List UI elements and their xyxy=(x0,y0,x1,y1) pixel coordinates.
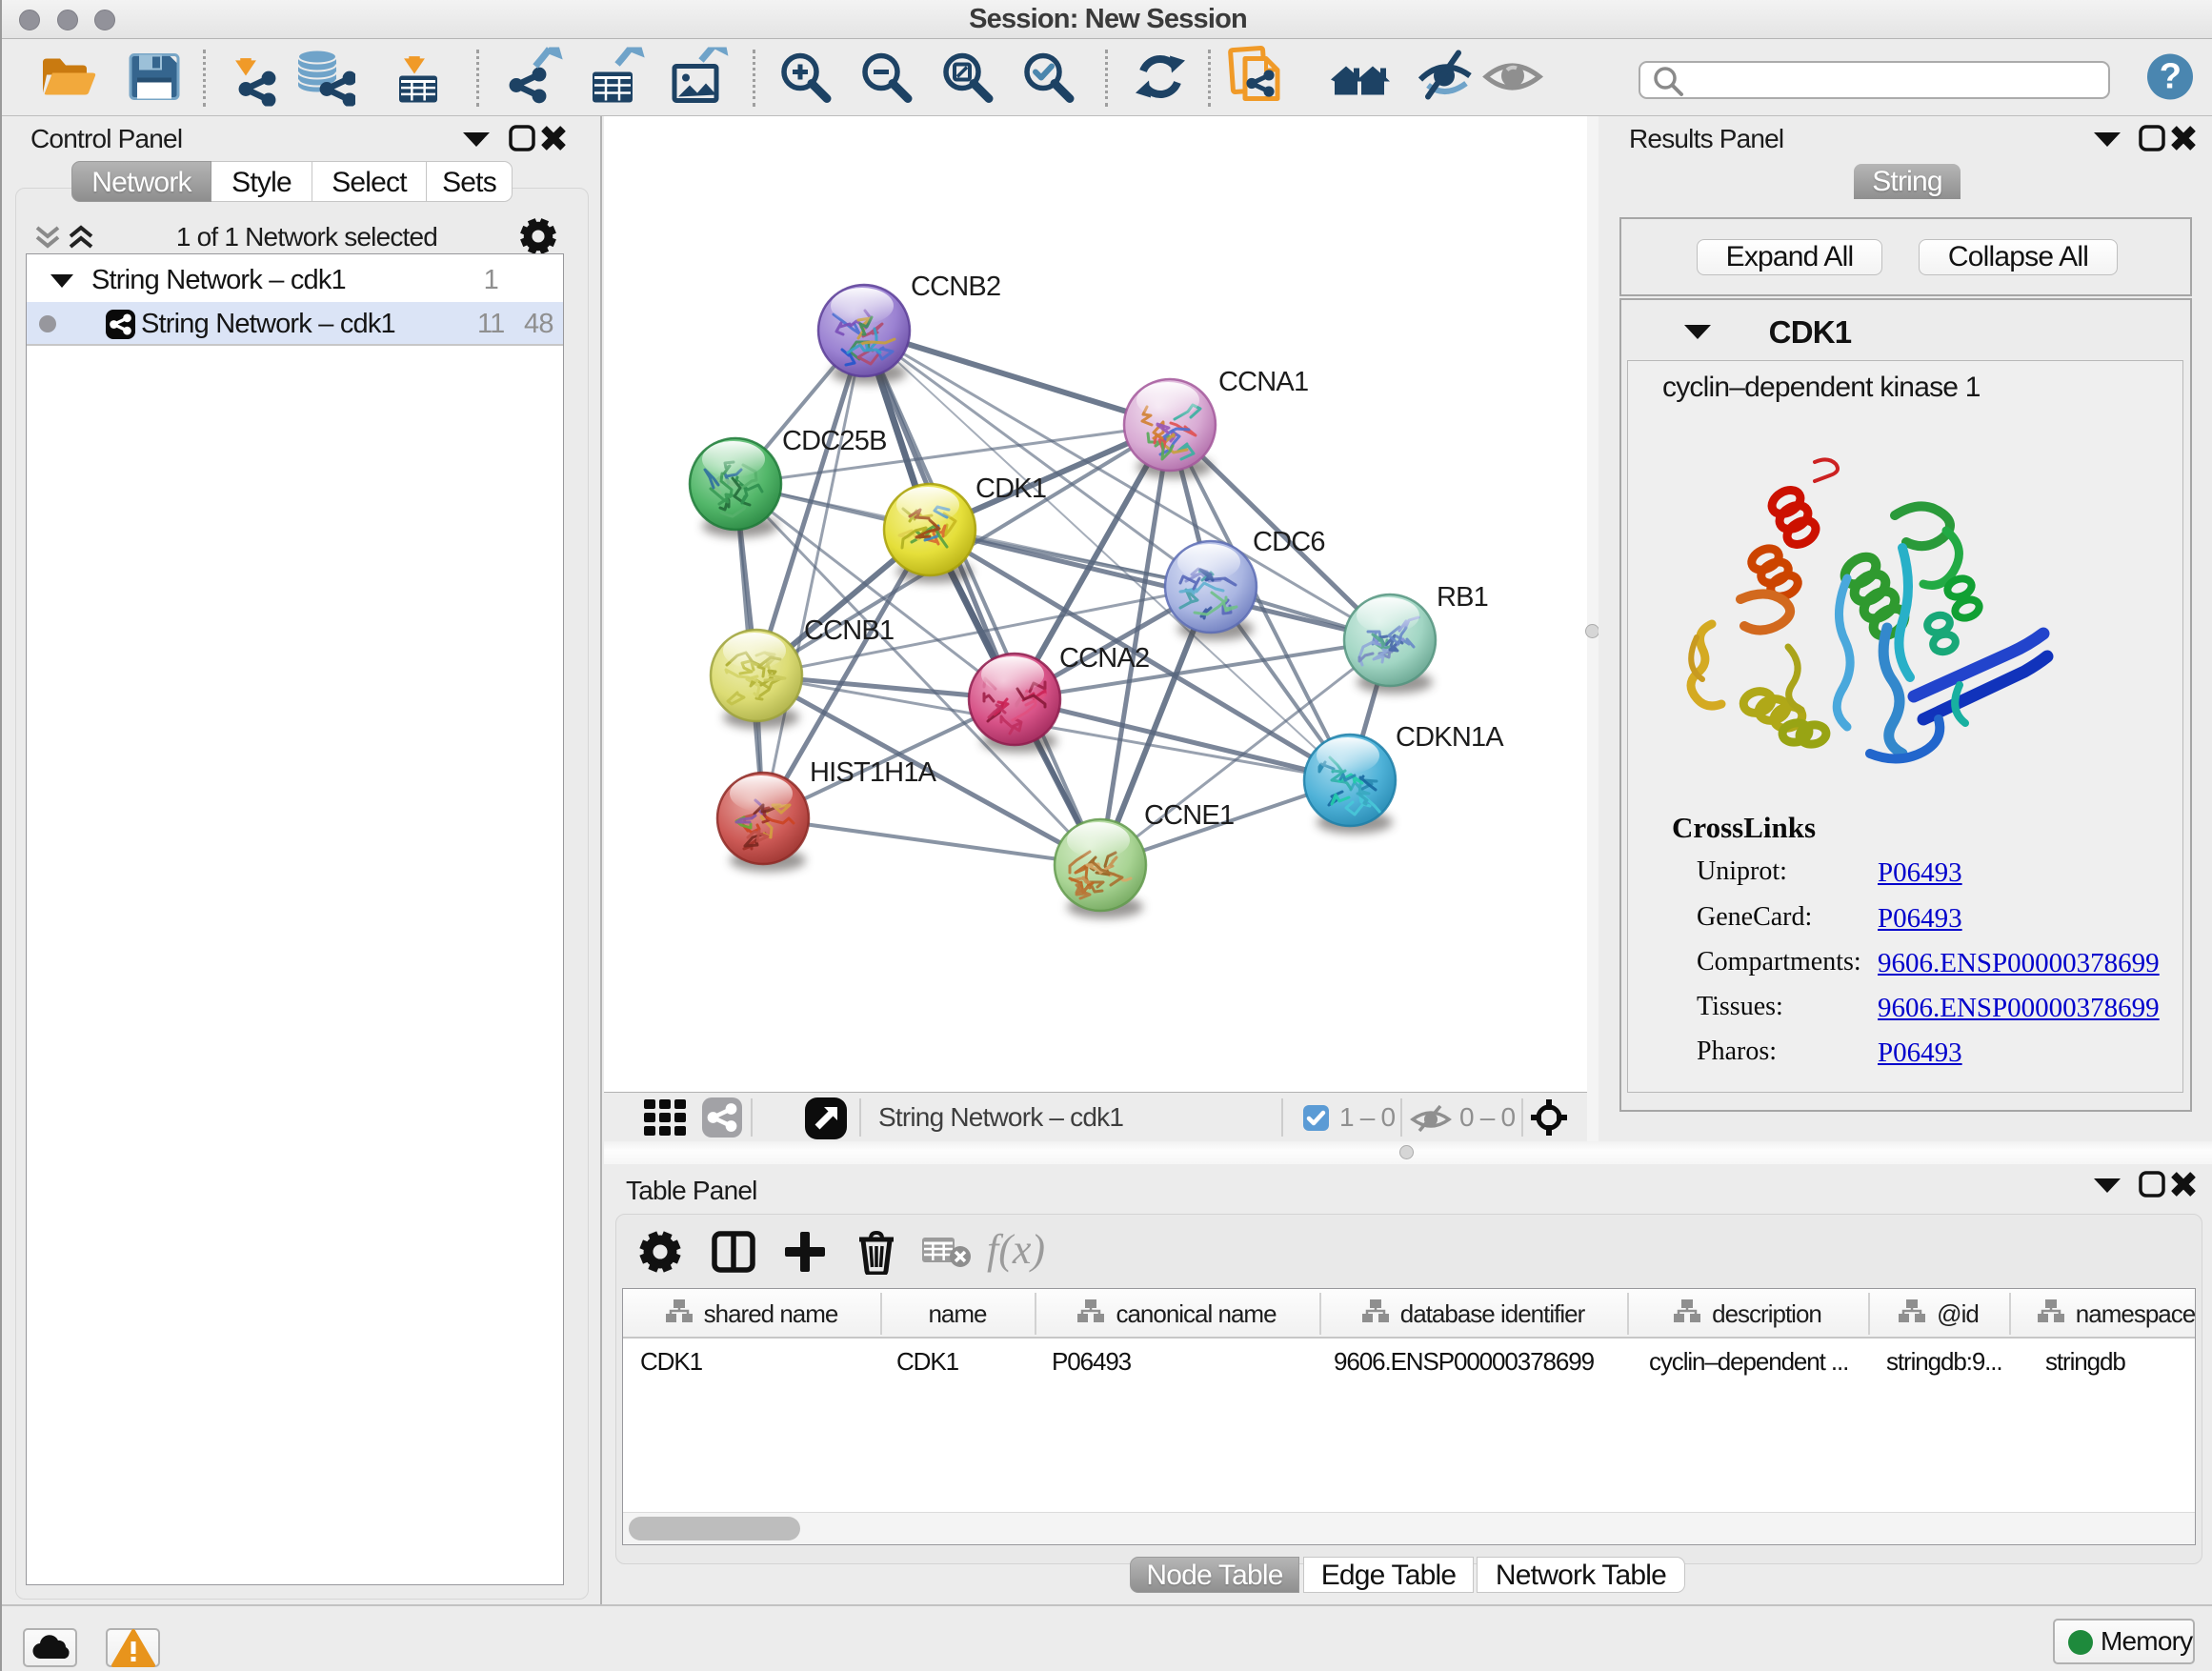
svg-text:HIST1H1A: HIST1H1A xyxy=(810,757,937,788)
svg-text:CCNA2: CCNA2 xyxy=(1059,643,1149,674)
svg-text:CDC25B: CDC25B xyxy=(782,426,887,456)
svg-text:CDK1: CDK1 xyxy=(975,473,1046,504)
svg-text:CDC6: CDC6 xyxy=(1253,527,1325,557)
svg-text:?: ? xyxy=(2160,57,2181,97)
svg-text:CCNA1: CCNA1 xyxy=(1218,367,1308,397)
svg-text:CCNB1: CCNB1 xyxy=(804,615,894,646)
svg-text:CCNE1: CCNE1 xyxy=(1144,800,1234,831)
svg-text:RB1: RB1 xyxy=(1437,582,1488,613)
svg-text:CDKN1A: CDKN1A xyxy=(1396,722,1504,753)
svg-text:CCNB2: CCNB2 xyxy=(911,272,1000,302)
